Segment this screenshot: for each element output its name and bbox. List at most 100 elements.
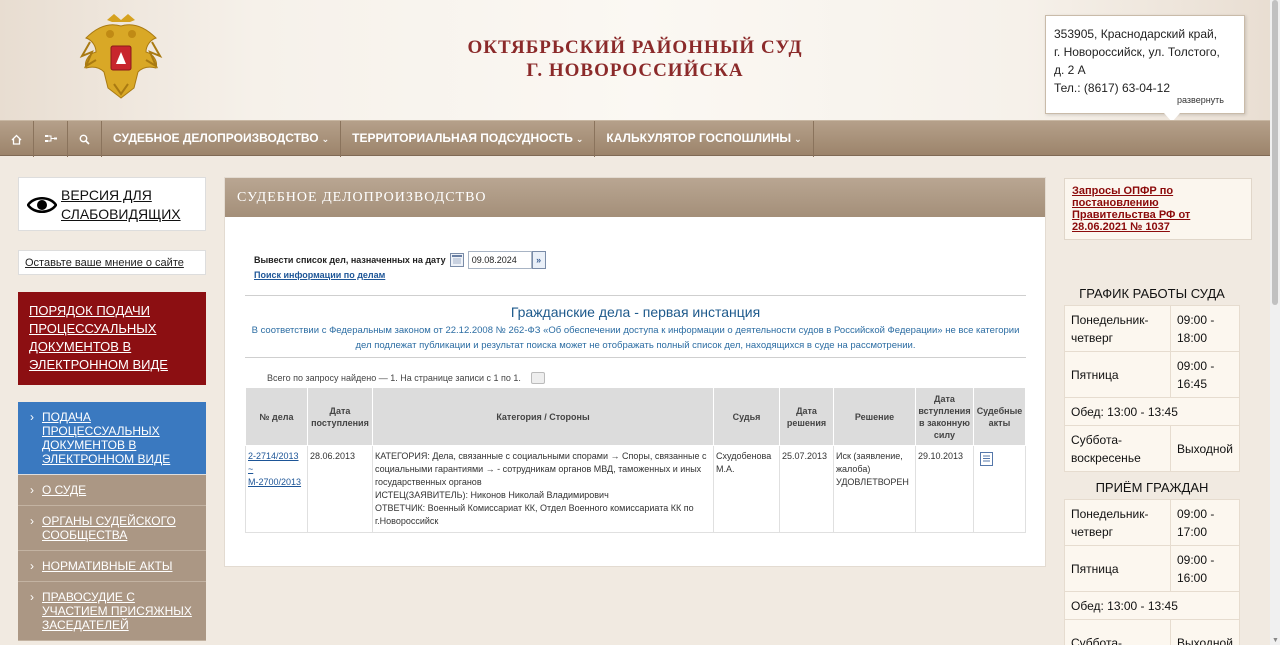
section-note: В соответствии с Федеральным законом от … — [251, 325, 1020, 351]
court-title-line2: Г. НОВОРОССИЙСКА — [526, 60, 744, 81]
search-icon[interactable] — [68, 121, 102, 157]
divider — [245, 295, 1026, 296]
column-header: № дела — [245, 387, 308, 446]
date-filter: Вывести список дел, назначенных на дату … — [254, 251, 546, 269]
column-header: Категория / Стороны — [371, 387, 715, 446]
address-box: 353905, Краснодарский край, г. Новоросси… — [1045, 15, 1245, 122]
sidebar-item-label: НОРМАТИВНЫЕ АКТЫ — [42, 559, 173, 573]
sitemap-icon[interactable] — [34, 121, 68, 157]
schedule-time: 09:00 - 16:00 — [1170, 545, 1240, 592]
address-line2: г. Новороссийск, ул. Толстого, — [1054, 45, 1220, 59]
main-panel: СУДЕБНОЕ ДЕЛОПРОИЗВОДСТВО Вывести список… — [224, 177, 1046, 567]
case-search-link[interactable]: Поиск информации по делам — [254, 270, 385, 280]
coat-of-arms-icon — [79, 14, 163, 99]
column-header: Дата решения — [779, 387, 834, 446]
category-text: КАТЕГОРИЯ: Дела, связанные с социальными… — [374, 451, 707, 487]
chevron-right-icon: › — [30, 483, 34, 497]
judge-cell: Схудобенова М.А. — [713, 445, 781, 533]
schedule-row: Понедельник-четверг 09:00 - 17:00 — [1064, 499, 1240, 546]
reception-schedule-table: Понедельник-четверг 09:00 - 17:00 Пятниц… — [1064, 499, 1240, 645]
schedule-time: Выходной — [1170, 619, 1240, 645]
case-number-line1: 2-2714/2013 — [248, 451, 299, 461]
nav-item-court-proceedings[interactable]: СУДЕБНОЕ ДЕЛОПРОИЗВОДСТВО ⌄ — [102, 121, 342, 157]
chevron-down-icon: ⌄ — [794, 134, 802, 144]
print-icon[interactable] — [530, 372, 545, 384]
sidebar-item-label: ПРАВОСУДИЕ С УЧАСТИЕМ ПРИСЯЖНЫХ ЗАСЕДАТЕ… — [42, 590, 192, 632]
scrollbar-thumb[interactable] — [1272, 0, 1278, 305]
work-schedule-table: Понедельник-четверг 09:00 - 18:00 Пятниц… — [1064, 305, 1240, 472]
decision-cell: Иск (заявление, жалоба) УДОВЛЕТВОРЕН — [833, 445, 916, 533]
schedule-row: Суббота- Выходной — [1064, 619, 1240, 645]
case-number-link[interactable]: 2-2714/2013 ~ М-2700/2013 — [248, 451, 301, 487]
reception-schedule-title: ПРИЁМ ГРАЖДАН — [1095, 480, 1209, 495]
case-number-line3: М-2700/2013 — [248, 477, 302, 487]
chevron-right-icon: › — [30, 514, 34, 528]
home-icon[interactable] — [0, 121, 34, 157]
decision-date-cell: 25.07.2013 — [779, 445, 834, 533]
column-header: Судебные акты — [972, 387, 1027, 446]
nav-item-label: ТЕРРИТОРИАЛЬНАЯ ПОДСУДНОСТЬ — [352, 131, 573, 145]
schedule-lunch: Обед: 13:00 - 13:45 — [1064, 591, 1240, 620]
top-navigation: СУДЕБНОЕ ДЕЛОПРОИЗВОДСТВО ⌄ ТЕРРИТОРИАЛЬН… — [0, 120, 1270, 157]
schedule-day: Понедельник-четверг — [1064, 499, 1171, 546]
chevron-right-icon: › — [30, 410, 34, 424]
date-label: Вывести список дел, назначенных на дату — [254, 255, 446, 265]
sidebar-menu: › ПОДАЧА ПРОЦЕССУАЛЬНЫХ ДОКУМЕНТОВ В ЭЛЕК… — [18, 402, 206, 641]
case-number-line2: ~ — [248, 464, 254, 474]
sidebar-item-judicial-community[interactable]: › ОРГАНЫ СУДЕЙСКОГО СООБЩЕСТВА — [18, 506, 206, 551]
defendant-text: ОТВЕТЧИК: Военный Комиссариат КК, Отдел … — [374, 503, 694, 526]
case-number-cell: 2-2714/2013 ~ М-2700/2013 — [245, 445, 308, 533]
show-cases-button[interactable]: » — [531, 251, 546, 269]
nav-item-label: СУДЕБНОЕ ДЕЛОПРОИЗВОДСТВО — [113, 131, 319, 145]
effective-date-cell: 29.10.2013 — [915, 445, 974, 533]
chevron-right-icon: › — [30, 590, 34, 604]
court-acts-cell — [973, 445, 1027, 533]
schedule-time: 09:00 - 18:00 — [1170, 305, 1240, 352]
eye-icon — [27, 197, 57, 213]
visually-impaired-version-link[interactable]: ВЕРСИЯ ДЛЯ СЛАБОВИДЯЩИХ — [18, 177, 206, 231]
document-icon[interactable] — [979, 452, 993, 466]
opfr-requests-link[interactable]: Запросы ОПФР по постановлению Правительс… — [1064, 178, 1252, 240]
chevron-down-icon: ⌄ — [321, 134, 330, 144]
sidebar-item-normative-acts[interactable]: › НОРМАТИВНЫЕ АКТЫ — [18, 551, 206, 582]
sidebar-item-jury-justice[interactable]: › ПРАВОСУДИЕ С УЧАСТИЕМ ПРИСЯЖНЫХ ЗАСЕДАТ… — [18, 582, 206, 641]
results-count: Всего по запросу найдено — 1. На страниц… — [267, 372, 545, 384]
court-title: ОКТЯБРЬСКИЙ РАЙОННЫЙ СУД Г. НОВОРОССИЙСК… — [400, 36, 870, 82]
address-line1: 353905, Краснодарский край, — [1054, 27, 1218, 41]
visually-impaired-label: ВЕРСИЯ ДЛЯ СЛАБОВИДЯЩИХ — [61, 186, 181, 224]
received-date-cell: 28.06.2013 — [307, 445, 373, 533]
schedule-day: Пятница — [1064, 351, 1171, 398]
schedule-day: Суббота- — [1064, 619, 1171, 645]
sidebar-item-about-court[interactable]: › О СУДЕ — [18, 475, 206, 506]
chevron-right-icon: › — [30, 559, 34, 573]
date-input[interactable]: 09.08.2024 — [467, 251, 532, 269]
nav-item-fee-calculator[interactable]: КАЛЬКУЛЯТОР ГОСПОШЛИНЫ ⌄ — [595, 121, 814, 157]
column-header: Дата вступления в законную силу — [914, 387, 974, 446]
court-title-line1: ОКТЯБРЬСКИЙ РАЙОННЫЙ СУД — [467, 37, 803, 58]
schedule-row: Суббота-воскресенье Выходной — [1064, 425, 1240, 472]
table-row: 2-2714/2013 ~ М-2700/2013 28.06.2013 КАТ… — [245, 445, 1027, 533]
vis-line2: СЛАБОВИДЯЩИХ — [61, 206, 181, 222]
sidebar-item-electronic-filing[interactable]: › ПОДАЧА ПРОЦЕССУАЛЬНЫХ ДОКУМЕНТОВ В ЭЛЕК… — [18, 402, 206, 475]
plaintiff-text: ИСТЕЦ(ЗАЯВИТЕЛЬ): Никонов Николай Владим… — [374, 490, 609, 500]
chevron-down-icon: ⌄ — [575, 134, 584, 144]
schedule-row: Понедельник-четверг 09:00 - 18:00 — [1064, 305, 1240, 352]
page-scrollbar[interactable]: ▼ — [1270, 0, 1280, 645]
expand-address-link[interactable]: развернуть — [1177, 91, 1224, 109]
nav-item-territorial-jurisdiction[interactable]: ТЕРРИТОРИАЛЬНАЯ ПОДСУДНОСТЬ ⌄ — [341, 121, 596, 157]
schedule-row: Пятница 09:00 - 16:45 — [1064, 351, 1240, 398]
vis-line1: ВЕРСИЯ ДЛЯ — [61, 187, 152, 203]
page-title: СУДЕБНОЕ ДЕЛОПРОИЗВОДСТВО — [225, 178, 1045, 217]
calendar-icon[interactable] — [449, 253, 464, 267]
feedback-link[interactable]: Оставьте ваше мнение о сайте — [18, 250, 206, 275]
schedule-row: Пятница 09:00 - 16:00 — [1064, 545, 1240, 592]
electronic-filing-procedure-link[interactable]: ПОРЯДОК ПОДАЧИ ПРОЦЕССУАЛЬНЫХ ДОКУМЕНТОВ… — [18, 292, 206, 385]
schedule-day: Суббота-воскресенье — [1064, 425, 1171, 472]
schedule-lunch: Обед: 13:00 - 13:45 — [1064, 397, 1240, 426]
schedule-time: 09:00 - 16:45 — [1170, 351, 1240, 398]
site-header: ОКТЯБРЬСКИЙ РАЙОННЫЙ СУД Г. НОВОРОССИЙСК… — [0, 0, 1280, 122]
schedule-day: Понедельник-четверг — [1064, 305, 1171, 352]
results-count-text: Всего по запросу найдено — 1. На страниц… — [267, 373, 521, 383]
schedule-row: Обед: 13:00 - 13:45 — [1064, 397, 1240, 426]
scroll-down-icon[interactable]: ▼ — [1272, 637, 1279, 644]
